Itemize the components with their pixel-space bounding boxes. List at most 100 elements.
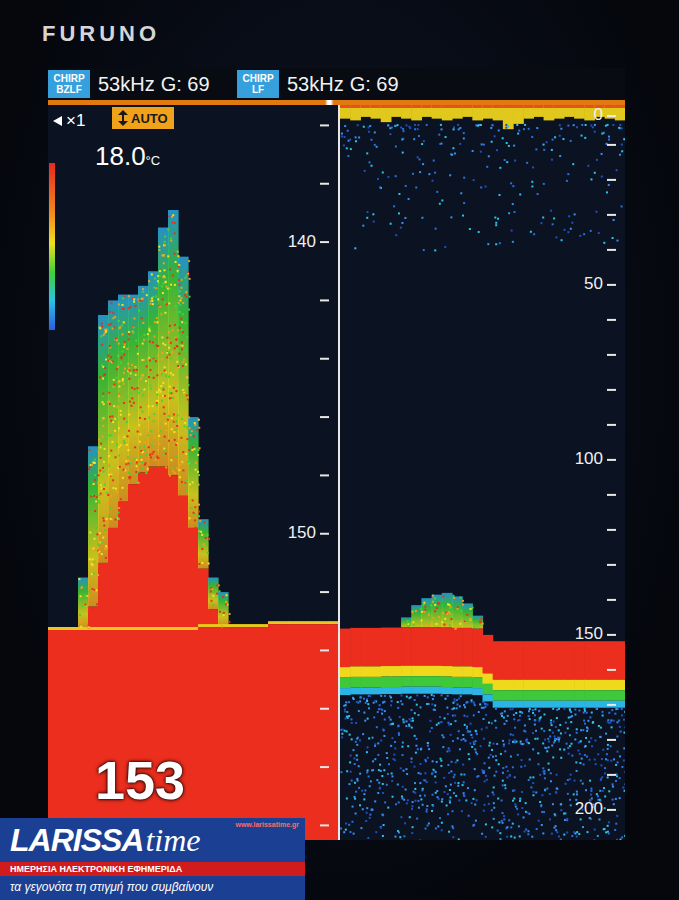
echo-speckle bbox=[559, 724, 561, 726]
echo-speckle bbox=[105, 358, 107, 360]
scale-value: 150 bbox=[288, 523, 316, 542]
echo-speckle bbox=[388, 763, 390, 765]
echo-column bbox=[278, 621, 289, 840]
echo-speckle bbox=[417, 748, 419, 750]
school-plume bbox=[198, 519, 209, 569]
echo-speckle bbox=[136, 462, 138, 464]
echo-speckle bbox=[549, 793, 551, 795]
echo-speckle bbox=[168, 216, 170, 218]
echo-speckle bbox=[184, 420, 186, 422]
echo-speckle bbox=[560, 732, 562, 734]
echo-speckle bbox=[494, 775, 496, 777]
echo-speckle bbox=[185, 291, 187, 293]
echo-speckle bbox=[442, 612, 444, 614]
echo-speckle bbox=[344, 710, 346, 712]
echo-speckle bbox=[455, 795, 457, 797]
echo-speckle bbox=[100, 487, 102, 489]
echo-speckle bbox=[175, 390, 177, 392]
echo-speckle bbox=[172, 374, 174, 376]
echo-speckle bbox=[401, 694, 403, 696]
echo-speckle bbox=[510, 756, 512, 758]
echo-speckle bbox=[138, 482, 140, 484]
school-plume bbox=[98, 315, 109, 563]
echo-speckle bbox=[473, 824, 475, 826]
echo-speckle bbox=[398, 725, 400, 727]
echo-speckle bbox=[519, 798, 521, 800]
chirp-badge: CHIRPBZLF bbox=[48, 70, 90, 98]
echo-speckle bbox=[102, 537, 104, 539]
echo-speckle bbox=[111, 441, 113, 443]
echo-speckle bbox=[109, 345, 111, 347]
echo-speckle bbox=[158, 435, 160, 437]
echo-speckle bbox=[118, 433, 120, 435]
scale-value: 140 bbox=[288, 232, 316, 251]
echo-speckle bbox=[184, 483, 186, 485]
echo-speckle bbox=[407, 620, 409, 622]
echo-speckle bbox=[160, 430, 162, 432]
echo-speckle bbox=[421, 789, 423, 791]
echo-speckle bbox=[450, 770, 452, 772]
echo-speckle bbox=[453, 707, 455, 709]
echo-speckle bbox=[471, 802, 473, 804]
echo-speckle bbox=[532, 712, 534, 714]
echo-speckle bbox=[355, 722, 357, 724]
echo-speckle bbox=[200, 531, 202, 533]
echo-speckle bbox=[463, 704, 465, 706]
echo-speckle bbox=[118, 395, 120, 397]
echo-speckle bbox=[530, 786, 532, 788]
echo-speckle bbox=[223, 614, 225, 616]
echo-speckle bbox=[174, 472, 176, 474]
echo-speckle bbox=[110, 302, 112, 304]
scale-tick bbox=[320, 124, 329, 126]
echo-speckle bbox=[96, 533, 98, 535]
range-arrows-icon bbox=[118, 110, 128, 126]
echo-speckle bbox=[110, 474, 112, 476]
echo-speckle bbox=[102, 393, 104, 395]
school-core bbox=[188, 528, 199, 630]
auto-range-badge[interactable]: AUTO bbox=[112, 107, 174, 129]
echo-speckle bbox=[447, 603, 449, 605]
echo-speckle bbox=[463, 794, 465, 796]
echo-speckle bbox=[148, 280, 150, 282]
echo-speckle bbox=[548, 746, 550, 748]
echo-speckle bbox=[354, 782, 356, 784]
echo-speckle bbox=[509, 739, 511, 741]
echo-speckle bbox=[185, 350, 187, 352]
echo-speckle bbox=[141, 317, 143, 319]
echo-speckle bbox=[489, 742, 491, 744]
surface-echo bbox=[605, 105, 616, 119]
echo-speckle bbox=[92, 461, 94, 463]
echo-speckle bbox=[168, 440, 170, 442]
echo-speckle bbox=[156, 374, 158, 376]
echo-speckle bbox=[164, 450, 166, 452]
echo-speckle bbox=[178, 334, 180, 336]
echo-speckle bbox=[400, 767, 402, 769]
echo-speckle bbox=[112, 487, 114, 489]
echo-speckle bbox=[168, 376, 170, 378]
echo-speckle bbox=[390, 723, 392, 725]
echo-speckle bbox=[458, 730, 460, 732]
echo-speckle bbox=[487, 795, 489, 797]
echo-speckle bbox=[342, 729, 344, 731]
echo-speckle bbox=[514, 837, 516, 839]
echo-speckle bbox=[162, 382, 164, 384]
echo-speckle bbox=[388, 716, 390, 718]
seabed-layer bbox=[564, 690, 575, 701]
seabed bbox=[584, 641, 595, 680]
echo-speckle bbox=[98, 551, 100, 553]
surface-line bbox=[493, 105, 504, 108]
echo-speckle bbox=[507, 770, 509, 772]
echo-speckle bbox=[142, 374, 144, 376]
echo-speckle bbox=[449, 800, 451, 802]
echo-speckle bbox=[100, 484, 102, 486]
echo-speckle bbox=[174, 284, 176, 286]
zoom-indicator[interactable]: ×1 bbox=[52, 111, 85, 131]
echo-speckle bbox=[528, 715, 530, 717]
echo-speckle bbox=[120, 410, 122, 412]
echo-speckle bbox=[176, 420, 178, 422]
echo-speckle bbox=[537, 763, 539, 765]
echo-speckle bbox=[476, 753, 478, 755]
echo-speckle bbox=[367, 837, 369, 839]
echo-speckle bbox=[180, 462, 182, 464]
echo-speckle bbox=[123, 354, 125, 356]
